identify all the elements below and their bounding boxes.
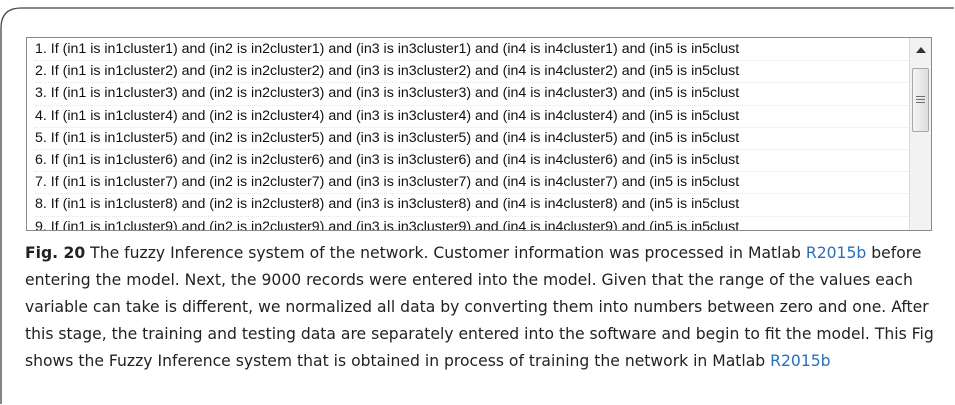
rule-item[interactable]: 3. If (in1 is in1cluster3) and (in2 is i… [35, 83, 909, 106]
rule-item[interactable]: 2. If (in1 is in1cluster2) and (in2 is i… [35, 61, 909, 84]
triangle-up-icon [915, 47, 926, 53]
rule-item[interactable]: 5. If (in1 is in1cluster5) and (in2 is i… [35, 128, 909, 150]
rules-list: 1. If (in1 is in1cluster1) and (in2 is i… [35, 39, 909, 231]
vertical-scrollbar[interactable] [909, 38, 931, 230]
figure-caption: Fig. 20 The fuzzy Inference system of th… [25, 240, 935, 375]
scroll-up-button[interactable] [910, 38, 931, 62]
rule-item[interactable]: 1. If (in1 is in1cluster1) and (in2 is i… [35, 39, 909, 62]
rule-item[interactable]: 6. If (in1 is in1cluster6) and (in2 is i… [35, 150, 909, 173]
rules-listbox[interactable]: 1. If (in1 is in1cluster1) and (in2 is i… [26, 37, 932, 231]
caption-text-1: The fuzzy Inference system of the networ… [85, 244, 806, 262]
matlab-version-link-1[interactable]: R2015b [806, 244, 866, 262]
figure-label: Fig. 20 [25, 244, 86, 262]
rule-item[interactable]: 7. If (in1 is in1cluster7) and (in2 is i… [35, 172, 909, 195]
rule-item[interactable]: 8. If (in1 is in1cluster8) and (in2 is i… [35, 194, 909, 217]
rule-item[interactable]: 4. If (in1 is in1cluster4) and (in2 is i… [35, 106, 909, 128]
rule-item[interactable]: 9. If (in1 is in1cluster9) and (in2 is i… [35, 217, 909, 231]
matlab-version-link-2[interactable]: R2015b [770, 352, 830, 370]
scrollbar-thumb[interactable] [912, 68, 929, 132]
grip-lines-icon [916, 96, 925, 104]
